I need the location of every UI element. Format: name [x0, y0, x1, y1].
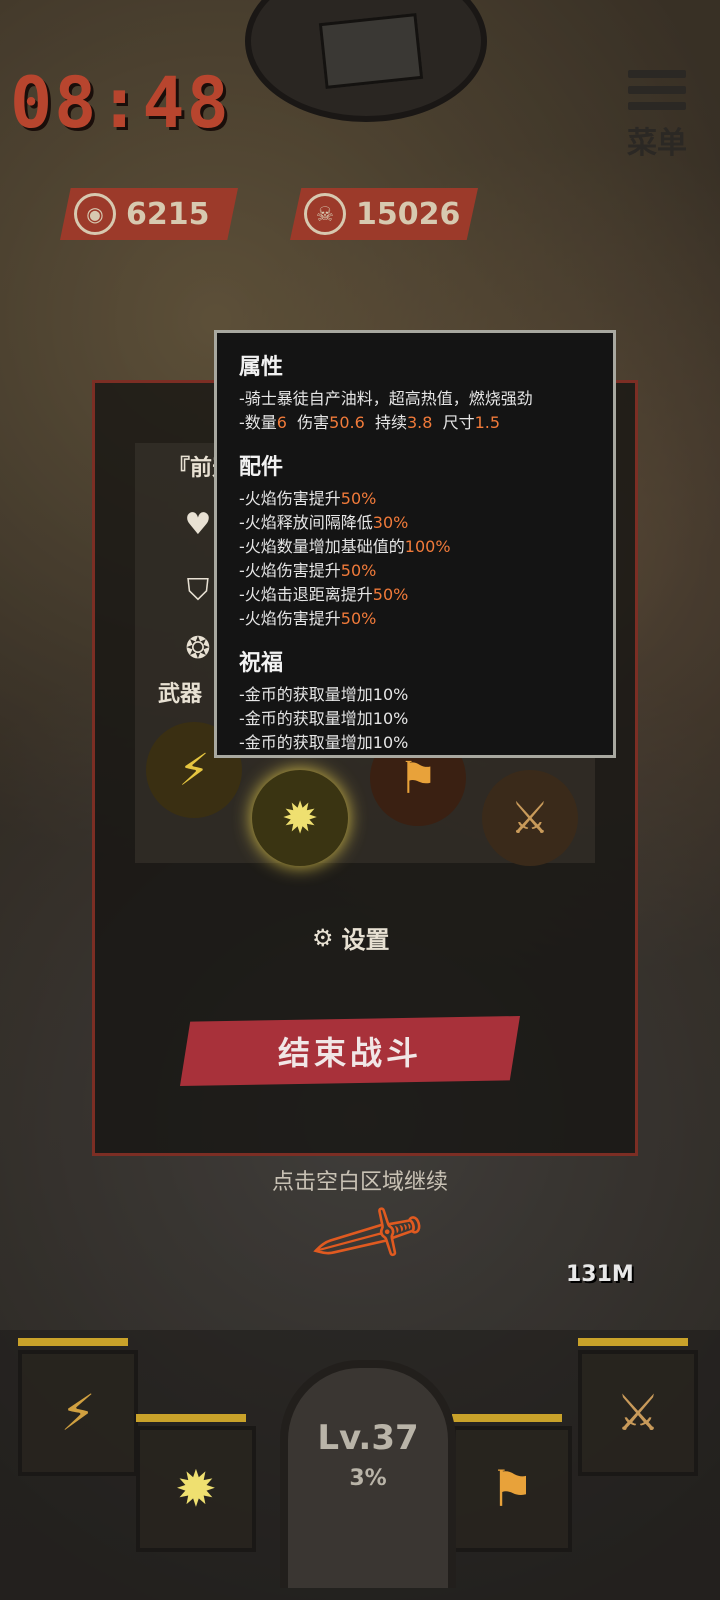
slot-progress: [452, 1414, 562, 1422]
count-value: 6: [276, 413, 287, 432]
size-value: 1.5: [474, 413, 501, 432]
part-value: 30%: [372, 513, 409, 532]
coin-count: 6215: [126, 196, 210, 232]
slot-progress: [136, 1414, 246, 1422]
duration-value: 3.8: [406, 413, 433, 432]
part-text: -火焰释放间隔降低: [239, 513, 373, 532]
coin-counter: ◉ 6215: [60, 188, 238, 240]
weapons-label: 武器: [158, 682, 203, 707]
attributes-section: 属性 -骑士暴徒自产油料，超高热值，燃烧强劲 -数量6 伤害50.6 持续3.8…: [239, 349, 591, 435]
slot-thunder-orb-icon[interactable]: ✹: [136, 1426, 256, 1552]
hamburger-icon-bar: [628, 102, 686, 110]
blessings-section: 祝福 -金币的获取量增加10% -金币的获取量增加10% -金币的获取量增加10…: [239, 645, 591, 755]
slot-progress: [578, 1338, 688, 1346]
parts-section: 配件 -火焰伤害提升50% -火焰释放间隔降低30% -火焰数量增加基础值的10…: [239, 449, 591, 631]
part-item: -火焰伤害提升50%: [239, 487, 591, 511]
count-label: -数量: [239, 413, 277, 432]
part-text: -火焰伤害提升: [239, 609, 341, 628]
attributes-stats: -数量6 伤害50.6 持续3.8 尺寸1.5: [239, 411, 591, 435]
attributes-title: 属性: [239, 355, 284, 380]
size-label: 尺寸: [442, 413, 475, 432]
damage-value: 50.6: [329, 413, 365, 432]
blessing-item: -金币的获取量增加10%: [239, 733, 409, 752]
part-value: 50%: [340, 489, 377, 508]
part-value: 50%: [340, 609, 377, 628]
part-text: -火焰伤害提升: [239, 561, 341, 580]
weapon-thunder-orb-icon[interactable]: ✹: [252, 770, 348, 866]
kill-count: 15026: [356, 196, 461, 232]
hamburger-icon: [628, 70, 686, 78]
duration-label: 持续: [374, 413, 407, 432]
part-item: -火焰伤害提升50%: [239, 607, 591, 631]
slot-lightning-weapon-icon[interactable]: ⚡: [18, 1350, 138, 1476]
level-progress: 3%: [349, 1466, 387, 1491]
end-battle-button[interactable]: 结束战斗: [180, 1016, 520, 1086]
weapon-chain-sickle-icon[interactable]: ⚔: [482, 770, 578, 866]
blessing-item: -金币的获取量增加10%: [239, 685, 409, 704]
part-item: -火焰释放间隔降低30%: [239, 511, 591, 535]
part-item: -火焰数量增加基础值的100%: [239, 535, 591, 559]
part-value: 50%: [340, 561, 377, 580]
slot-boomerang-icon[interactable]: ⚑: [452, 1426, 572, 1552]
blessing-item: -金币的获取量增加10%: [239, 709, 409, 728]
player-level: Lv.37: [317, 1418, 419, 1458]
part-value: 100%: [404, 537, 451, 556]
part-item: -火焰伤害提升50%: [239, 559, 591, 583]
chest-icon: [318, 13, 424, 89]
damage-label: 伤害: [297, 413, 330, 432]
shield-icon: ⛉: [186, 572, 210, 608]
heart-icon: ♥: [184, 506, 212, 542]
gear-icon: ⚙: [312, 923, 334, 952]
slot-progress: [18, 1338, 128, 1346]
kill-counter: ☠ 15026: [290, 188, 478, 240]
menu-button[interactable]: 菜单: [622, 70, 692, 162]
part-text: -火焰数量增加基础值的: [239, 537, 405, 556]
blessings-title: 祝福: [239, 651, 284, 676]
damage-badge: 131M: [566, 1262, 634, 1287]
parts-title: 配件: [239, 455, 284, 480]
part-text: -火焰击退距离提升: [239, 585, 373, 604]
settings-label: 设置: [341, 926, 390, 954]
slot-chain-sickle-icon[interactable]: ⚔: [578, 1350, 698, 1476]
attributes-description: -骑士暴徒自产油料，超高热值，燃烧强劲: [239, 389, 533, 408]
coin-icon: ◉: [74, 193, 116, 235]
weapon-detail-popup: 属性 -骑士暴徒自产油料，超高热值，燃烧强劲 -数量6 伤害50.6 持续3.8…: [214, 330, 616, 758]
battle-timer: 08:48: [10, 62, 231, 144]
settings-button[interactable]: ⚙ 设置: [312, 920, 390, 955]
menu-label: 菜单: [627, 126, 687, 161]
hamburger-icon-bar: [628, 86, 686, 94]
footprints-icon: ❂: [185, 630, 211, 666]
part-item: -火焰击退距离提升50%: [239, 583, 591, 607]
skull-icon: ☠: [304, 193, 346, 235]
part-value: 50%: [372, 585, 409, 604]
part-text: -火焰伤害提升: [239, 489, 341, 508]
